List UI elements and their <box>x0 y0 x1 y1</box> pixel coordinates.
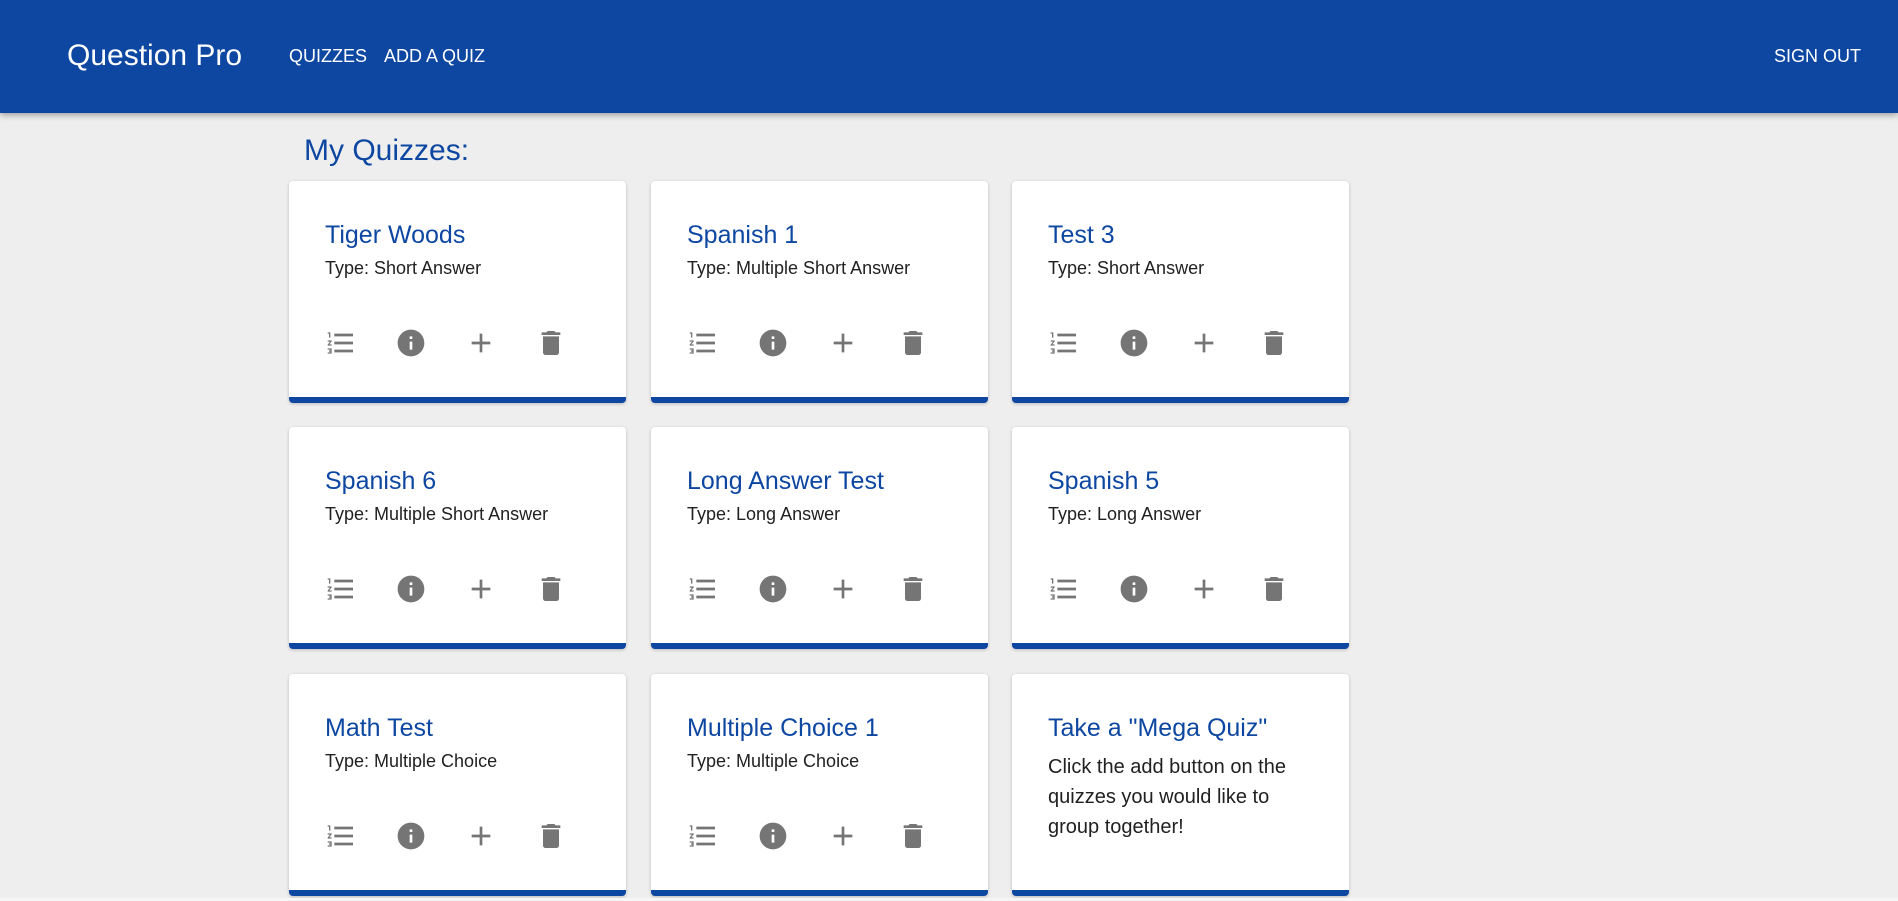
quiz-type: Type: Short Answer <box>1048 258 1205 278</box>
format-list-numbered-icon[interactable] <box>687 327 719 359</box>
info-icon[interactable] <box>757 573 789 605</box>
quiz-card: Spanish 6 Type: Multiple Short Answer <box>289 427 626 649</box>
quiz-type: Type: Long Answer <box>687 504 841 524</box>
quiz-title[interactable]: Tiger Woods <box>325 220 465 250</box>
format-list-numbered-icon[interactable] <box>687 820 719 852</box>
quiz-card: Spanish 5 Type: Long Answer <box>1012 427 1349 649</box>
quiz-type: Type: Multiple Short Answer <box>325 504 549 524</box>
trash-icon[interactable] <box>897 327 929 359</box>
info-icon[interactable] <box>1118 327 1150 359</box>
format-list-numbered-icon[interactable] <box>325 327 357 359</box>
format-list-numbered-icon[interactable] <box>1048 327 1080 359</box>
trash-icon[interactable] <box>897 820 929 852</box>
plus-icon[interactable] <box>465 573 497 605</box>
quiz-card: Tiger Woods Type: Short Answer <box>289 181 626 403</box>
quiz-title[interactable]: Test 3 <box>1048 220 1115 250</box>
mega-quiz-card: Take a "Mega Quiz" Click the add button … <box>1012 674 1349 896</box>
trash-icon[interactable] <box>535 327 567 359</box>
format-list-numbered-icon[interactable] <box>687 573 719 605</box>
quiz-card: Spanish 1 Type: Multiple Short Answer <box>651 181 988 403</box>
quiz-card: Test 3 Type: Short Answer <box>1012 181 1349 403</box>
quiz-card: Math Test Type: Multiple Choice <box>289 674 626 896</box>
trash-icon[interactable] <box>535 573 567 605</box>
sign-out-link[interactable]: SIGN OUT <box>1774 45 1861 67</box>
quiz-title[interactable]: Long Answer Test <box>687 466 884 496</box>
trash-icon[interactable] <box>1258 573 1290 605</box>
quiz-type: Type: Multiple Choice <box>325 751 498 771</box>
app-title[interactable]: Question Pro <box>67 38 242 74</box>
mega-quiz-title: Take a "Mega Quiz" <box>1048 714 1268 742</box>
quiz-title[interactable]: Multiple Choice 1 <box>687 713 879 743</box>
quiz-title[interactable]: Math Test <box>325 713 433 743</box>
quiz-card: Long Answer Test Type: Long Answer <box>651 427 988 649</box>
mega-quiz-text: Click the add button on the quizzes you … <box>1048 756 1286 838</box>
app-bar: Question Pro QUIZZES ADD A QUIZ SIGN OUT <box>0 0 1898 113</box>
quiz-type: Type: Multiple Short Answer <box>687 258 911 278</box>
trash-icon[interactable] <box>1258 327 1290 359</box>
plus-icon[interactable] <box>827 327 859 359</box>
page-title: My Quizzes: <box>304 134 470 167</box>
nav-add-quiz-link[interactable]: ADD A QUIZ <box>384 45 485 67</box>
plus-icon[interactable] <box>465 820 497 852</box>
plus-icon[interactable] <box>827 573 859 605</box>
info-icon[interactable] <box>395 820 427 852</box>
format-list-numbered-icon[interactable] <box>325 573 357 605</box>
trash-icon[interactable] <box>535 820 567 852</box>
plus-icon[interactable] <box>827 820 859 852</box>
quiz-title[interactable]: Spanish 6 <box>325 466 436 496</box>
info-icon[interactable] <box>395 573 427 605</box>
quiz-title[interactable]: Spanish 5 <box>1048 466 1159 496</box>
info-icon[interactable] <box>1118 573 1150 605</box>
info-icon[interactable] <box>395 327 427 359</box>
info-icon[interactable] <box>757 327 789 359</box>
quiz-card: Multiple Choice 1 Type: Multiple Choice <box>651 674 988 896</box>
plus-icon[interactable] <box>1188 327 1220 359</box>
quiz-type: Type: Short Answer <box>325 258 482 278</box>
format-list-numbered-icon[interactable] <box>1048 573 1080 605</box>
trash-icon[interactable] <box>897 573 929 605</box>
nav-quizzes-link[interactable]: QUIZZES <box>289 45 367 67</box>
info-icon[interactable] <box>757 820 789 852</box>
plus-icon[interactable] <box>465 327 497 359</box>
quiz-type: Type: Multiple Choice <box>687 751 860 771</box>
quiz-type: Type: Long Answer <box>1048 504 1202 524</box>
format-list-numbered-icon[interactable] <box>325 820 357 852</box>
quiz-title[interactable]: Spanish 1 <box>687 220 798 250</box>
plus-icon[interactable] <box>1188 573 1220 605</box>
